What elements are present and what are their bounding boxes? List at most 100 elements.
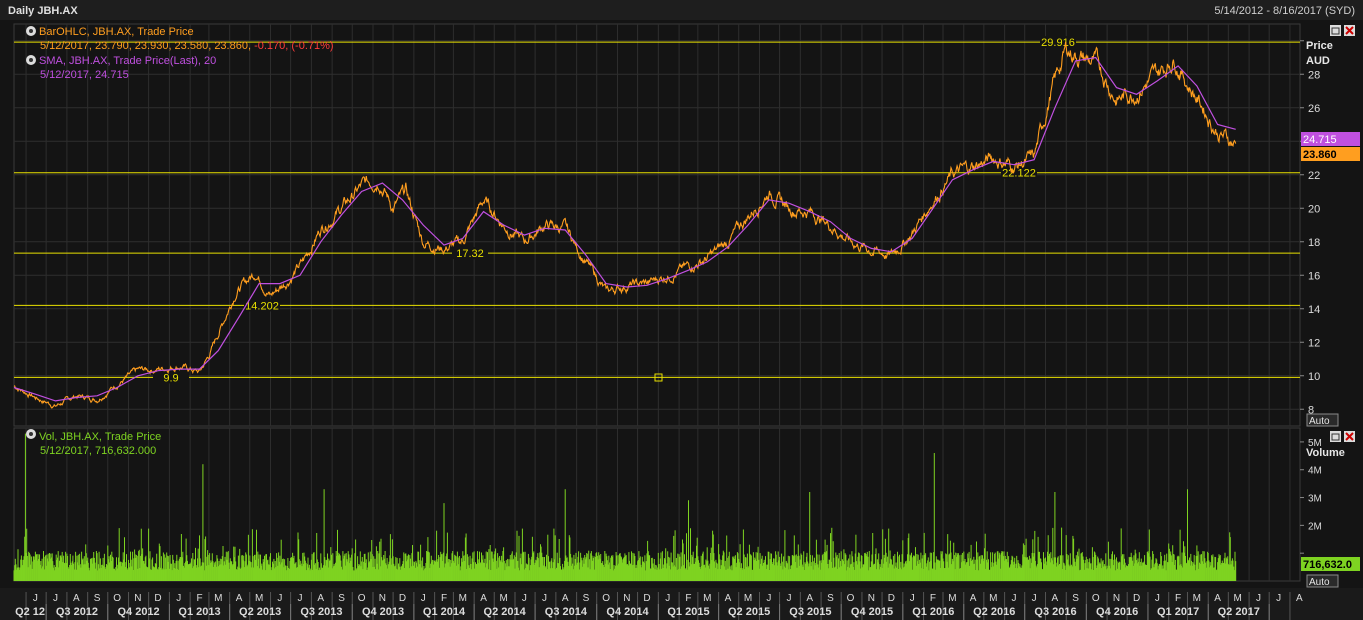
month-label: J (53, 593, 58, 604)
quarter-label: Q2 2017 (1218, 606, 1260, 618)
price-tick-label: 14 (1308, 304, 1320, 316)
quarter-label: Q4 2015 (851, 606, 893, 618)
month-label: M (214, 593, 222, 604)
quarter-label: Q3 2015 (789, 606, 831, 618)
month-label: A (806, 593, 813, 604)
date-range: 5/14/2012 - 8/16/2017 (SYD) (1214, 5, 1355, 17)
month-label: N (1113, 593, 1120, 604)
month-label: J (421, 593, 426, 604)
month-label: A (73, 593, 80, 604)
price-axis-title: Price (1306, 40, 1333, 52)
month-label: A (1296, 593, 1303, 604)
quarter-label: Q3 2012 (56, 606, 98, 618)
quarter-label: Q2 12 (15, 606, 45, 618)
month-label: J (176, 593, 181, 604)
month-label: F (196, 593, 202, 604)
month-label: J (1256, 593, 1261, 604)
month-label: J (1011, 593, 1016, 604)
quarter-label: Q4 2012 (117, 606, 159, 618)
month-label: F (441, 593, 447, 604)
month-label: N (868, 593, 875, 604)
support-line-label: 29.916 (1041, 37, 1075, 49)
price-tick-label: 22 (1308, 170, 1320, 182)
quarter-label: Q1 2017 (1157, 606, 1199, 618)
month-label: D (643, 593, 650, 604)
month-label: J (522, 593, 527, 604)
price-axis-unit: AUD (1306, 55, 1330, 67)
stock-chart: Daily JBH.AX 5/14/2012 - 8/16/2017 (SYD)… (0, 0, 1363, 620)
price-tick-label: 10 (1308, 371, 1320, 383)
month-label: J (33, 593, 38, 604)
month-label: F (685, 593, 691, 604)
quarter-label: Q4 2013 (362, 606, 404, 618)
quarter-label: Q1 2015 (667, 606, 709, 618)
month-label: D (888, 593, 895, 604)
month-label: O (602, 593, 610, 604)
quarter-label: Q4 2016 (1096, 606, 1138, 618)
close-icon[interactable] (1344, 25, 1355, 36)
month-label: J (1032, 593, 1037, 604)
restore-icon[interactable] (1330, 25, 1341, 36)
quarter-label: Q3 2014 (545, 606, 588, 618)
volume-legend-values: 5/12/2017, 716,632.000 (40, 445, 156, 457)
month-label: M (703, 593, 711, 604)
eye-icon[interactable] (26, 55, 36, 65)
month-label: M (1234, 593, 1242, 604)
quarter-label: Q2 2013 (239, 606, 281, 618)
window-title: Daily JBH.AX (8, 5, 78, 17)
month-label: S (338, 593, 345, 604)
sma-legend-label: SMA, JBH.AX, Trade Price(Last), 20 (39, 55, 216, 67)
price-tick-label: 12 (1308, 337, 1320, 349)
month-label: J (1155, 593, 1160, 604)
close-icon[interactable] (1344, 431, 1355, 442)
price-auto-label: Auto (1309, 416, 1330, 427)
month-label: S (94, 593, 101, 604)
price-tick-label: 16 (1308, 270, 1320, 282)
month-label: F (1175, 593, 1181, 604)
month-label: O (113, 593, 121, 604)
month-label: S (827, 593, 834, 604)
support-line-label: 9.9 (163, 372, 178, 384)
month-label: N (134, 593, 141, 604)
month-label: J (1276, 593, 1281, 604)
price-tick-label: 28 (1308, 69, 1320, 81)
month-label: A (317, 593, 324, 604)
ohlc-change: -0.170, (-0.71%) (254, 40, 333, 52)
month-label: S (583, 593, 590, 604)
month-label: J (665, 593, 670, 604)
month-label: O (847, 593, 855, 604)
volume-auto-label: Auto (1309, 577, 1330, 588)
month-label: M (459, 593, 467, 604)
month-label: N (379, 593, 386, 604)
month-label: D (399, 593, 406, 604)
month-label: J (542, 593, 547, 604)
quarter-label: Q2 2014 (484, 606, 527, 618)
quarter-label: Q4 2014 (606, 606, 649, 618)
price-tick-label: 18 (1308, 237, 1320, 249)
month-label: A (1214, 593, 1221, 604)
volume-tick-label: 3M (1308, 494, 1322, 505)
month-label: A (970, 593, 977, 604)
month-label: A (236, 593, 243, 604)
month-label: J (277, 593, 282, 604)
month-label: A (1052, 593, 1059, 604)
eye-icon[interactable] (26, 26, 36, 36)
quarter-label: Q1 2013 (178, 606, 220, 618)
volume-axis-title: Volume (1306, 447, 1345, 459)
sma-legend-values: 5/12/2017, 24.715 (40, 69, 129, 81)
month-label: O (358, 593, 366, 604)
month-label: J (786, 593, 791, 604)
ohlc-legend-values: 5/12/2017, 23.790, 23.930, 23.580, 23.86… (40, 40, 334, 52)
price-tick-label: 26 (1308, 103, 1320, 115)
price-tick-label: 20 (1308, 203, 1320, 215)
quarter-label: Q1 2014 (423, 606, 466, 618)
quarter-label: Q2 2016 (973, 606, 1015, 618)
eye-icon[interactable] (26, 429, 36, 439)
price-axis: 8101214161820222628 (1300, 40, 1320, 416)
title-bar (0, 0, 1363, 20)
restore-icon[interactable] (1330, 431, 1341, 442)
sma-value-label: 24.715 (1303, 134, 1337, 146)
month-label: S (1072, 593, 1079, 604)
volume-legend-label: Vol, JBH.AX, Trade Price (39, 431, 161, 443)
month-label: F (930, 593, 936, 604)
